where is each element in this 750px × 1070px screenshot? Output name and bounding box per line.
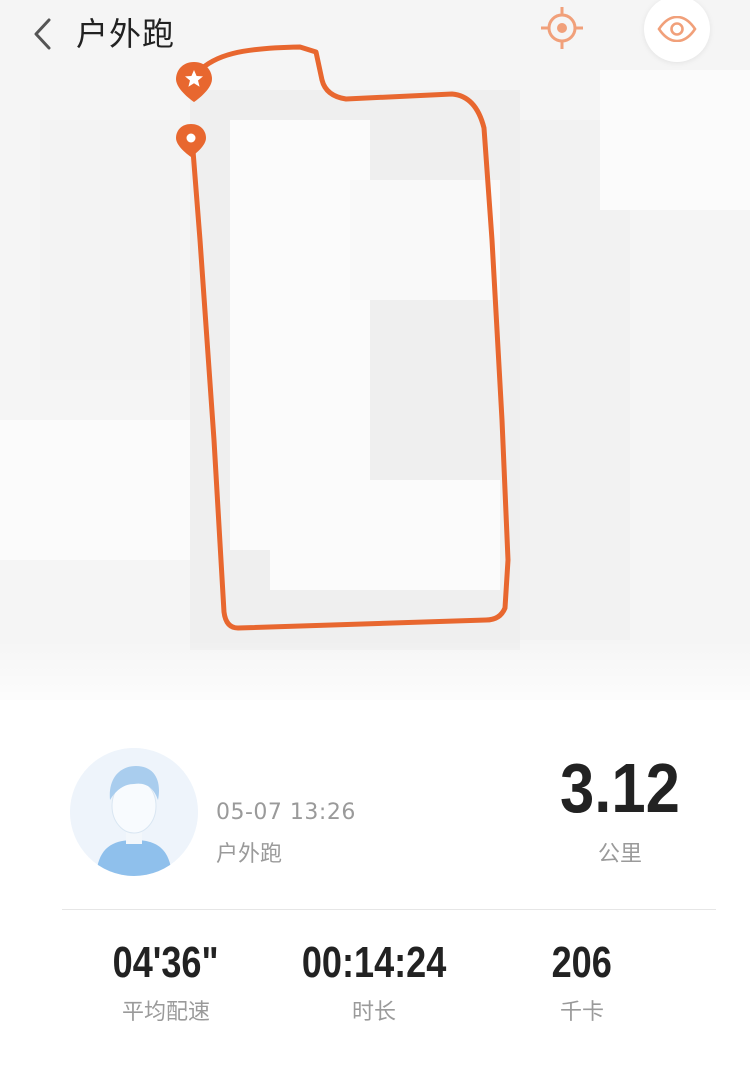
stat-calories-value: 206 <box>551 938 613 987</box>
stat-duration: 00:14:24 时长 <box>274 938 474 1026</box>
stat-calories: 206 千卡 <box>482 938 682 1026</box>
chevron-left-icon <box>34 18 51 50</box>
avatar-illustration <box>70 748 198 876</box>
distance-value: 3.12 <box>560 749 680 827</box>
map-fade <box>0 640 750 720</box>
map-canvas <box>0 0 750 700</box>
activity-date: 05-07 13:26 <box>216 800 356 825</box>
stat-calories-label: 千卡 <box>559 1000 604 1025</box>
top-bar: 户外跑 <box>0 0 750 70</box>
back-button[interactable] <box>22 12 62 56</box>
user-avatar-icon[interactable] <box>70 748 198 876</box>
divider <box>62 909 716 910</box>
stat-pace-value: 04'36" <box>113 938 219 987</box>
eye-icon <box>657 16 697 42</box>
stat-pace-label: 平均配速 <box>121 1000 210 1025</box>
stat-pace: 04'36" 平均配速 <box>66 938 266 1026</box>
stat-duration-value: 00:14:24 <box>301 938 447 987</box>
visibility-button[interactable] <box>644 0 710 62</box>
crosshair-icon <box>541 7 583 49</box>
locate-button[interactable] <box>536 2 588 54</box>
distance-unit: 公里 <box>597 842 642 867</box>
route-map[interactable] <box>0 0 750 700</box>
page-title: 户外跑 <box>76 15 176 53</box>
activity-type: 户外跑 <box>216 842 283 867</box>
stat-duration-label: 时长 <box>351 1000 396 1025</box>
